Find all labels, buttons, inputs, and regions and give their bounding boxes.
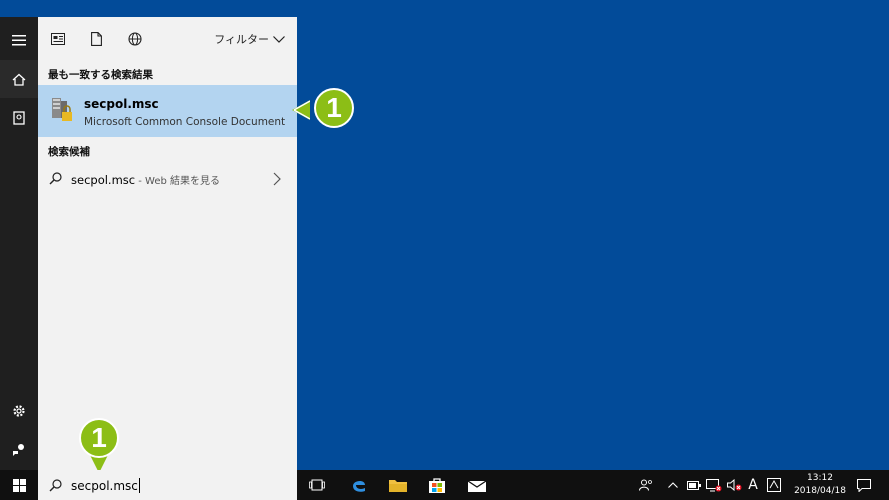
menu-button[interactable]	[0, 21, 38, 59]
notebook-button[interactable]	[0, 99, 38, 137]
apps-filter-button[interactable]	[48, 29, 68, 49]
suggestion-suffix: - Web 結果を見る	[135, 176, 221, 187]
task-view-icon	[309, 479, 325, 491]
result-callout-pointer	[292, 100, 310, 120]
result-subtitle: Microsoft Common Console Document	[84, 116, 286, 128]
ime-mode-button[interactable]	[764, 470, 784, 500]
best-match-heading: 最も一致する検索結果	[48, 69, 153, 81]
file-explorer-button[interactable]	[379, 470, 417, 500]
filter-label: フィルター	[214, 33, 269, 46]
hamburger-icon	[12, 34, 26, 45]
network-status[interactable]	[705, 470, 723, 500]
suggestion-item[interactable]: secpol.msc - Web 結果を見る	[38, 164, 297, 194]
notification-icon	[857, 478, 871, 492]
folder-icon	[389, 480, 407, 492]
task-view-button[interactable]	[298, 470, 336, 500]
clock-time: 13:12	[807, 473, 833, 483]
suggestions-heading: 検索候補	[48, 146, 90, 158]
globe-icon	[128, 32, 142, 46]
show-hidden-icons-button[interactable]	[665, 470, 681, 500]
gear-icon	[13, 405, 25, 417]
action-center-button[interactable]	[852, 470, 876, 500]
feedback-icon	[13, 444, 24, 456]
home-icon	[12, 73, 26, 86]
volume-control[interactable]	[725, 470, 743, 500]
start-rail	[0, 17, 38, 470]
chevron-right-icon	[273, 172, 281, 186]
search-icon	[49, 172, 62, 185]
edge-app-button[interactable]	[340, 470, 378, 500]
security-policy-app-icon	[52, 98, 72, 121]
store-icon	[429, 478, 445, 493]
start-button[interactable]	[0, 470, 38, 500]
volume-muted-icon	[726, 479, 741, 491]
best-match-result[interactable]: secpol.msc Microsoft Common Console Docu…	[38, 85, 297, 137]
taskbar-search-box[interactable]: secpol.msc	[38, 470, 297, 500]
people-button[interactable]	[636, 470, 656, 500]
ime-mode-icon	[767, 478, 781, 492]
network-disconnected-icon	[706, 478, 722, 491]
result-callout-badge: 1	[314, 88, 354, 128]
notebook-icon	[13, 111, 25, 125]
search-input-value: secpol.msc	[71, 479, 138, 493]
search-icon	[49, 479, 62, 492]
battery-status[interactable]	[685, 470, 703, 500]
store-app-button[interactable]	[418, 470, 456, 500]
filter-dropdown[interactable]: フィルター	[214, 31, 285, 47]
search-panel: フィルター 最も一致する検索結果 secpol.msc Microsoft Co…	[38, 17, 297, 470]
mail-icon	[468, 480, 486, 492]
documents-filter-button[interactable]	[86, 29, 106, 49]
taskbar: secpol.msc A 13:12 2018/04/18	[0, 470, 889, 500]
windows-logo-icon	[12, 478, 26, 492]
web-filter-button[interactable]	[125, 29, 145, 49]
clock-date: 2018/04/18	[794, 486, 846, 496]
people-icon	[639, 479, 652, 491]
text-caret	[138, 478, 140, 493]
edge-icon	[353, 480, 365, 492]
settings-button[interactable]	[0, 392, 38, 430]
suggestion-text: secpol.msc - Web 結果を見る	[71, 172, 220, 187]
mail-app-button[interactable]	[458, 470, 496, 500]
system-clock[interactable]: 13:12 2018/04/18	[792, 472, 848, 498]
home-button[interactable]	[0, 60, 38, 98]
apps-icon	[51, 33, 65, 45]
panel-toolbar: フィルター	[38, 17, 297, 61]
feedback-button[interactable]	[0, 431, 38, 469]
chevron-down-icon	[273, 35, 285, 43]
ime-indicator[interactable]: A	[744, 470, 762, 500]
chevron-up-icon	[668, 482, 678, 488]
document-icon	[90, 32, 102, 46]
battery-icon	[687, 480, 701, 490]
search-callout-badge: 1	[79, 418, 119, 458]
result-title: secpol.msc	[84, 97, 159, 111]
suggestion-query: secpol.msc	[71, 173, 136, 187]
search-input[interactable]: secpol.msc	[71, 478, 140, 493]
